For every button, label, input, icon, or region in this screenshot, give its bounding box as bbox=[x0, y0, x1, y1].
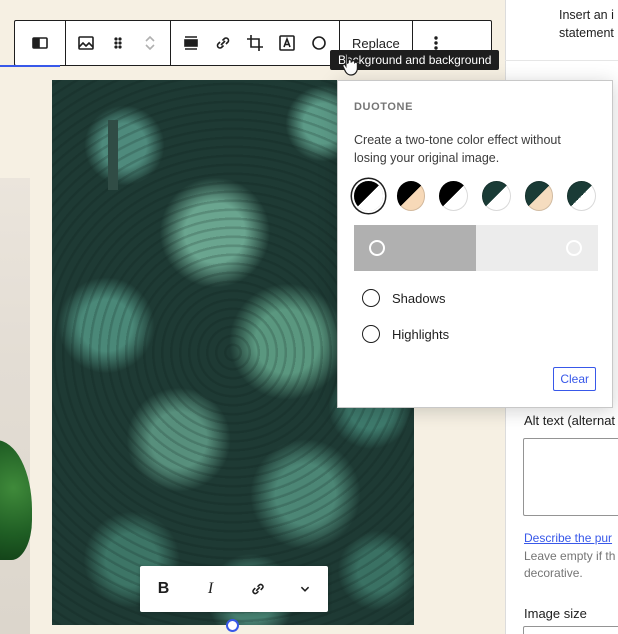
sidebar-divider bbox=[505, 60, 618, 61]
gradient-control-point-end[interactable] bbox=[566, 240, 582, 256]
align-button[interactable] bbox=[175, 20, 207, 66]
bold-label: B bbox=[157, 580, 170, 597]
align-icon bbox=[184, 36, 198, 50]
alt-text-help: Leave empty if th decorative. bbox=[524, 548, 615, 582]
caption-link-button[interactable] bbox=[241, 572, 275, 606]
link-icon bbox=[216, 37, 230, 49]
text-overlay-icon bbox=[279, 35, 295, 51]
shadows-label: Shadows bbox=[392, 290, 446, 306]
drag-handle-icon bbox=[114, 37, 122, 49]
shadows-option[interactable]: Shadows bbox=[354, 287, 596, 309]
duotone-swatch-teal-beige[interactable] bbox=[524, 181, 554, 211]
resize-handle[interactable] bbox=[226, 619, 239, 632]
duotone-swatch-teal-white-2[interactable] bbox=[567, 181, 597, 211]
duotone-swatch-black-white[interactable] bbox=[439, 181, 469, 211]
sidebar-top-text: Insert an i statement bbox=[559, 6, 614, 42]
sidebar-toggle-icon bbox=[32, 37, 48, 49]
highlights-option[interactable]: Highlights bbox=[354, 323, 596, 345]
crop-button[interactable] bbox=[239, 20, 271, 66]
alt-text-input[interactable] bbox=[523, 438, 618, 516]
crop-icon bbox=[247, 35, 263, 51]
alt-help-line-2: decorative. bbox=[524, 566, 583, 580]
duotone-swatch-black-beige[interactable] bbox=[396, 181, 426, 211]
duotone-popover: DUOTONE Create a two-tone color effect w… bbox=[337, 80, 613, 408]
sidebar-top-line-1: Insert an i bbox=[559, 8, 614, 22]
image-size-select[interactable] bbox=[523, 626, 618, 634]
gradient-control-point-start[interactable] bbox=[369, 240, 385, 256]
italic-button[interactable]: I bbox=[194, 572, 228, 606]
describe-purpose-link[interactable]: Describe the pur bbox=[524, 531, 612, 545]
duotone-heading: DUOTONE bbox=[354, 101, 414, 113]
move-up-down-button[interactable] bbox=[134, 20, 166, 66]
image-icon bbox=[78, 36, 94, 50]
image-block-button[interactable] bbox=[70, 20, 102, 66]
alt-text-label: Alt text (alternat bbox=[524, 413, 616, 428]
alt-help-line-1: Leave empty if th bbox=[524, 549, 616, 563]
highlights-label: Highlights bbox=[392, 326, 450, 342]
caption-toolbar: B I bbox=[140, 566, 328, 612]
link-icon bbox=[251, 583, 264, 595]
clear-button[interactable]: Clear bbox=[553, 367, 596, 391]
duotone-swatch-dark-grayscale[interactable] bbox=[354, 181, 383, 211]
toolbar-group-tools bbox=[171, 21, 340, 65]
highlights-radio[interactable] bbox=[362, 325, 380, 343]
duotone-description: Create a two-tone color effect without l… bbox=[354, 133, 561, 165]
duotone-swatch-teal-white[interactable] bbox=[482, 181, 511, 211]
sidebar-top-line-2: statement bbox=[559, 26, 614, 40]
chevron-down-icon bbox=[300, 586, 309, 592]
toolbar-focus-indicator bbox=[0, 65, 60, 67]
sidebar-thumbnail bbox=[108, 120, 118, 190]
italic-label: I bbox=[207, 580, 214, 597]
hand-cursor-icon bbox=[342, 53, 358, 76]
duotone-icon bbox=[312, 36, 326, 50]
toolbar-group-block bbox=[66, 21, 171, 65]
more-formats-button[interactable] bbox=[288, 572, 322, 606]
move-up-down-icon bbox=[145, 35, 155, 51]
duotone-presets bbox=[354, 181, 597, 211]
bold-button[interactable]: B bbox=[147, 572, 181, 606]
block-type-button[interactable] bbox=[15, 20, 65, 66]
toolbar-group-parent bbox=[15, 21, 66, 65]
duotone-gradient-picker[interactable] bbox=[354, 225, 598, 271]
shadows-radio[interactable] bbox=[362, 289, 380, 307]
text-overlay-button[interactable] bbox=[271, 20, 303, 66]
adjacent-image[interactable] bbox=[0, 178, 30, 634]
image-size-label: Image size bbox=[524, 606, 587, 621]
editor-stage: B I Replace Background and background In… bbox=[0, 0, 618, 634]
link-button[interactable] bbox=[207, 20, 239, 66]
drag-handle[interactable] bbox=[102, 20, 134, 66]
